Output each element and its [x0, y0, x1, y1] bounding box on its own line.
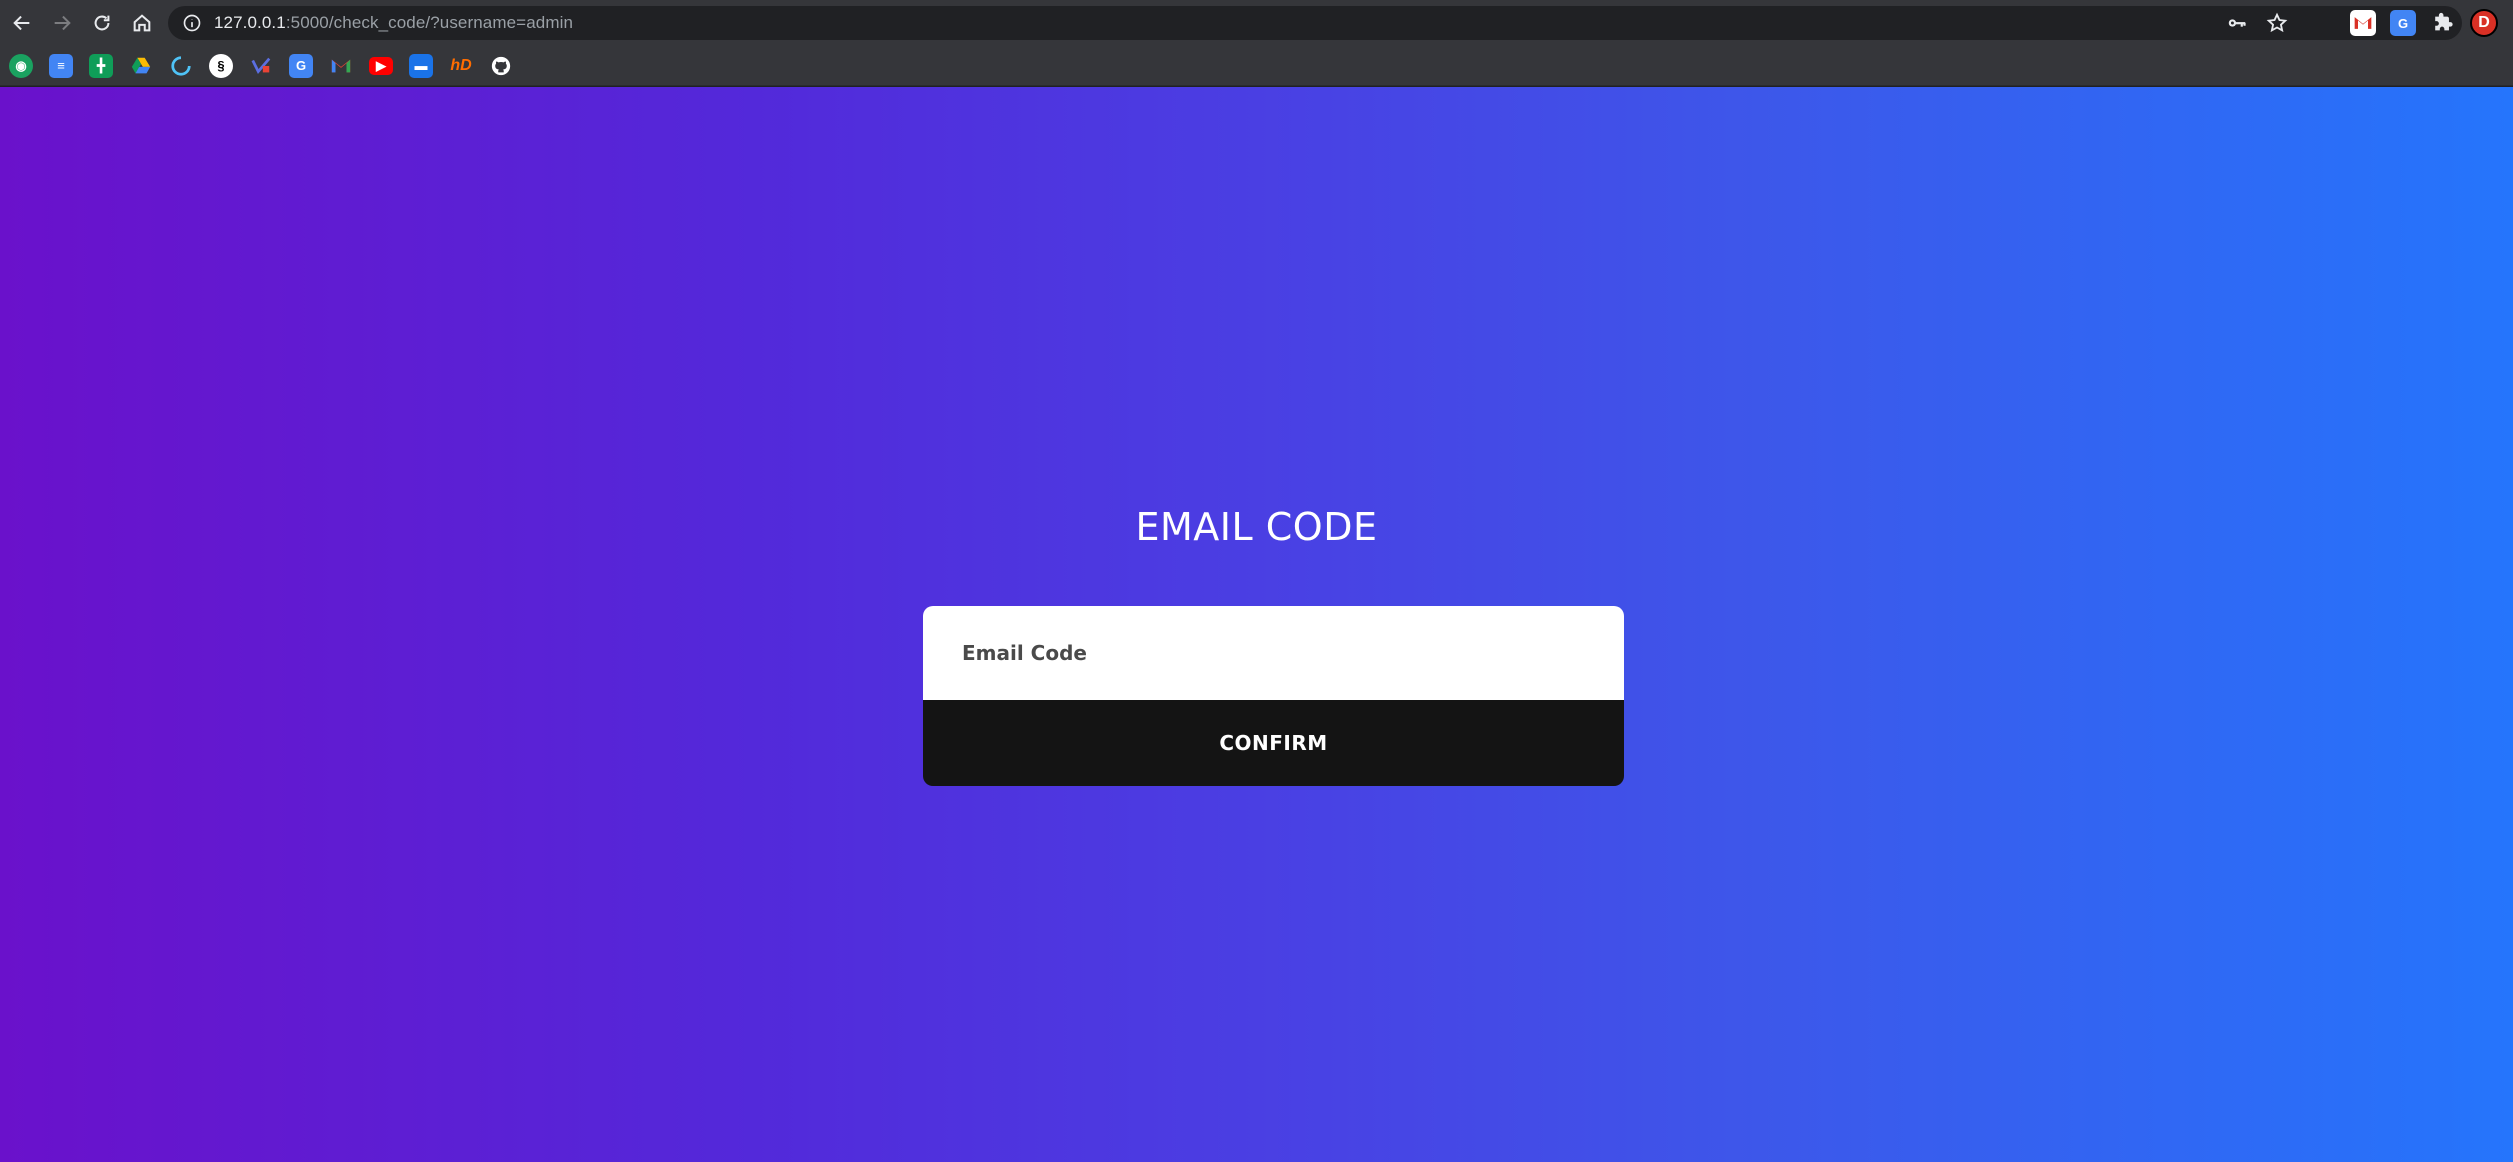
password-key-icon[interactable]	[2226, 12, 2248, 34]
bookmark-youtube-icon[interactable]: ▶	[369, 56, 393, 75]
extensions-area: G D	[2350, 6, 2498, 40]
url-path: :5000/check_code/?username=admin	[285, 13, 574, 32]
site-info-icon[interactable]	[182, 13, 202, 33]
email-code-input[interactable]	[923, 606, 1624, 700]
browser-toolbar: 127.0.0.1:5000/check_code/?username=admi…	[0, 0, 2513, 46]
bookmark-check-icon[interactable]	[249, 54, 273, 78]
bookmark-github-icon[interactable]	[489, 54, 513, 78]
bookmark-s-icon[interactable]: §	[209, 53, 233, 78]
bookmark-loader-icon[interactable]	[169, 54, 193, 78]
bookmark-drive-icon[interactable]	[129, 54, 153, 78]
bookmark-docs-icon[interactable]: ≡	[49, 53, 73, 78]
home-icon[interactable]	[125, 6, 159, 40]
bookmarks-bar: ◉ ≡ ╋ § G ▶ ▬ hD	[0, 46, 2513, 86]
translate-extension-icon[interactable]: G	[2390, 10, 2416, 36]
reload-icon[interactable]	[85, 6, 119, 40]
address-bar[interactable]: 127.0.0.1:5000/check_code/?username=admi…	[168, 6, 2462, 40]
bookmark-translate-icon[interactable]: G	[289, 53, 313, 78]
gmail-extension-icon[interactable]	[2350, 10, 2376, 36]
profile-avatar[interactable]: D	[2470, 9, 2498, 37]
email-code-form: CONFIRM	[923, 606, 1624, 786]
bookmark-chat-icon[interactable]: ▬	[409, 53, 433, 78]
page-viewport: EMAIL CODE CONFIRM	[0, 87, 2513, 1162]
page-title: EMAIL CODE	[1135, 505, 1378, 549]
forward-arrow-icon[interactable]	[45, 6, 79, 40]
bookmark-sheets-icon[interactable]: ╋	[89, 53, 113, 78]
puzzle-extensions-icon[interactable]	[2430, 10, 2456, 36]
url-text[interactable]: 127.0.0.1:5000/check_code/?username=admi…	[214, 13, 573, 33]
bookmark-globe-icon[interactable]: ◉	[9, 53, 33, 78]
bookmark-gmail-icon[interactable]	[329, 54, 353, 78]
back-arrow-icon[interactable]	[5, 6, 39, 40]
confirm-button[interactable]: CONFIRM	[923, 700, 1624, 786]
bookmark-hd-icon[interactable]: hD	[449, 54, 473, 78]
url-host: 127.0.0.1	[214, 13, 286, 32]
bookmark-star-icon[interactable]	[2266, 12, 2288, 34]
